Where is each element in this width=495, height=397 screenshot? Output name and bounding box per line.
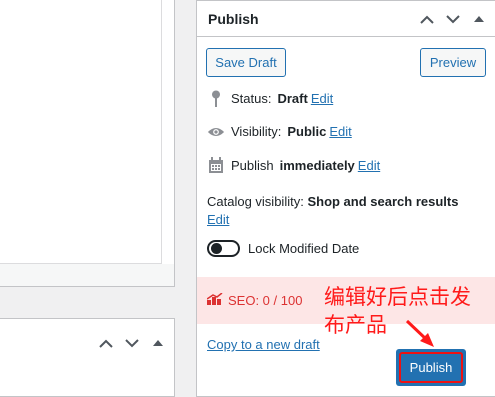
- eye-icon: [207, 126, 225, 138]
- schedule-edit-link[interactable]: Edit: [358, 158, 380, 173]
- publish-value: immediately: [279, 158, 355, 173]
- toggle-knob: [211, 243, 222, 254]
- toggle-arrow-icon[interactable]: [471, 11, 487, 27]
- status-edit-link[interactable]: Edit: [311, 91, 333, 106]
- lock-modified-label: Lock Modified Date: [248, 241, 360, 256]
- catalog-edit-link[interactable]: Edit: [207, 212, 229, 227]
- panel-controls: [419, 11, 487, 27]
- annotation-text: 编辑好后点击发布产品: [324, 285, 471, 337]
- chevron-down-icon[interactable]: [445, 11, 461, 27]
- editor-status-bar: [0, 264, 174, 286]
- lock-modified-toggle[interactable]: [207, 240, 240, 257]
- seo-chart-icon: [206, 292, 223, 308]
- chevron-up-icon[interactable]: [419, 11, 435, 27]
- seo-score-text: SEO: 0 / 100: [228, 293, 303, 308]
- editor-textarea[interactable]: [0, 0, 162, 264]
- visibility-label: Visibility:: [231, 124, 282, 139]
- status-value: Draft: [277, 91, 308, 106]
- schedule-row: Publish immediately Edit: [207, 157, 380, 174]
- chevron-up-icon[interactable]: [98, 335, 114, 351]
- preview-button[interactable]: Preview: [420, 48, 486, 77]
- visibility-edit-link[interactable]: Edit: [329, 124, 351, 139]
- copy-to-draft-link[interactable]: Copy to a new draft: [207, 337, 320, 352]
- metabox-collapsed: [0, 318, 175, 397]
- visibility-row: Visibility: Public Edit: [207, 124, 352, 139]
- panel-title: Publish: [208, 10, 259, 27]
- status-label: Status:: [231, 91, 272, 106]
- pin-icon: [207, 90, 225, 107]
- calendar-icon: [207, 157, 225, 174]
- catalog-value: Shop and search results: [307, 194, 459, 209]
- metabox-controls: [98, 335, 166, 351]
- publish-panel-header: Publish: [197, 1, 495, 37]
- visibility-value: Public: [287, 124, 327, 139]
- catalog-visibility: Catalog visibility: Shop and search resu…: [207, 193, 487, 229]
- publish-highlight: Publish: [399, 352, 463, 383]
- status-row: Status: Draft Edit: [207, 90, 333, 107]
- catalog-label: Catalog visibility:: [207, 194, 304, 209]
- save-draft-button[interactable]: Save Draft: [206, 48, 286, 77]
- content-editor: [0, 0, 175, 287]
- publish-button[interactable]: Publish: [402, 355, 460, 380]
- chevron-down-icon[interactable]: [124, 335, 140, 351]
- toggle-arrow-icon[interactable]: [150, 335, 166, 351]
- lock-modified-row: Lock Modified Date: [207, 240, 359, 257]
- publish-label: Publish: [231, 158, 274, 173]
- action-buttons: Save Draft Preview: [206, 48, 486, 77]
